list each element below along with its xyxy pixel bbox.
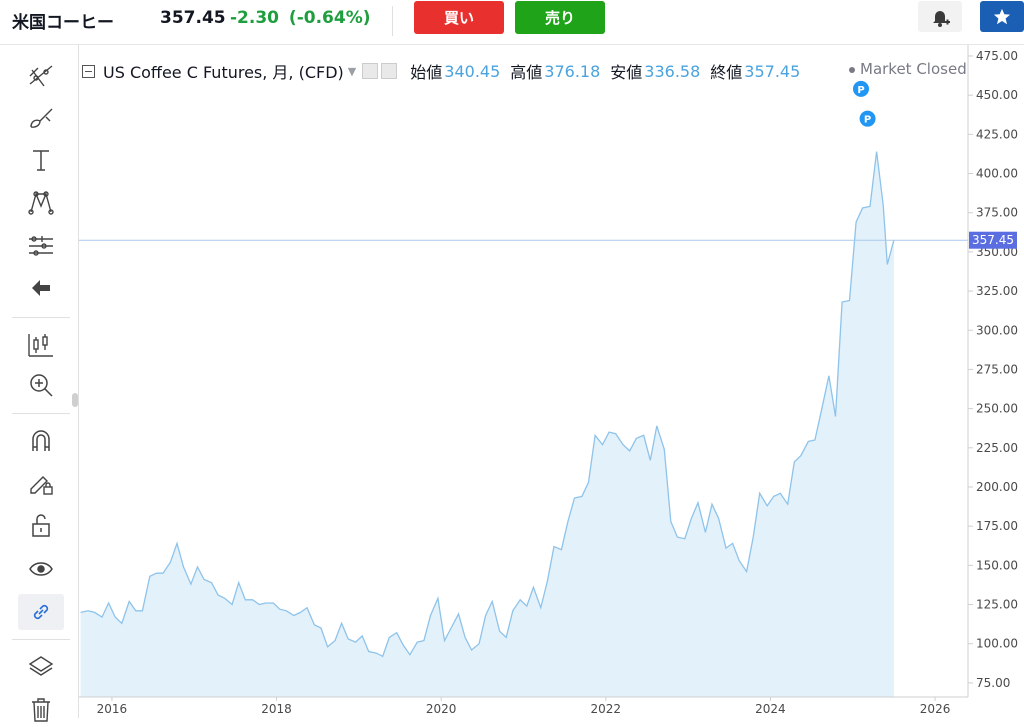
price-tick-label: 125.00 [976, 598, 1018, 612]
event-marker-label: P [857, 85, 864, 96]
open-value: 340.45 [444, 61, 501, 81]
high-label: 高値 [510, 63, 543, 82]
price-change-pct: (-0.64%) [288, 8, 371, 28]
price-tick-label: 300.00 [976, 323, 1018, 337]
crosshair-lines-icon [29, 65, 53, 87]
header-divider [392, 6, 393, 36]
toolbar-divider [12, 639, 70, 640]
price-change-abs: -2.30 [230, 8, 279, 28]
tool-unlock[interactable] [18, 507, 64, 543]
price-tick-label: 175.00 [976, 519, 1018, 533]
measure-icon [29, 236, 53, 256]
unlock-icon [32, 514, 50, 537]
magnet-icon [32, 430, 50, 451]
price-tick-label: 250.00 [976, 402, 1018, 416]
tool-magnet[interactable] [18, 423, 64, 459]
price-axis[interactable]: 75.00 100.00 125.00 150.00 175.00 200.00 225.0… [968, 49, 1018, 690]
price-tick-label: 100.00 [976, 637, 1018, 651]
tool-brush[interactable] [18, 100, 64, 136]
trash-icon [32, 698, 50, 722]
tool-back[interactable] [18, 270, 64, 306]
price-area-fill [80, 151, 894, 698]
buy-button[interactable]: 買い [414, 1, 504, 34]
time-tick-label: 2016 [97, 702, 128, 716]
price-chart[interactable]: PP 75.00100.00125.00150.00175.00200.0022… [79, 45, 1024, 718]
high-value: 376.18 [544, 61, 601, 81]
price-change: -2.30 (-0.64%) [230, 8, 371, 28]
tool-layers[interactable] [18, 649, 64, 685]
time-tick-label: 2024 [755, 702, 786, 716]
instrument-name: 米国コーヒー [12, 13, 114, 33]
price-tick-label: 75.00 [976, 676, 1010, 690]
tool-chart-type[interactable] [18, 327, 64, 363]
toolbar-divider [12, 413, 70, 414]
star-icon [993, 8, 1011, 24]
tool-zoom[interactable] [18, 367, 64, 403]
tool-visibility[interactable] [18, 551, 64, 587]
close-value: 357.45 [744, 61, 801, 81]
tool-measure[interactable] [18, 228, 64, 264]
time-axis[interactable]: 2016 2018 2020 2022 2024 2026 [97, 697, 951, 716]
top-bar: 米国コーヒー 357.45 -2.30 (-0.64%) 買い 売り [0, 0, 1024, 45]
open-label: 始値 [410, 63, 443, 82]
close-label: 終値 [710, 63, 743, 82]
tool-crosshair[interactable] [18, 57, 64, 93]
layers-icon [28, 656, 54, 676]
status-dot-icon [849, 66, 855, 73]
pencil-lock-icon [30, 476, 53, 495]
event-marker[interactable]: P [859, 110, 876, 127]
price-tick-label: 200.00 [976, 480, 1018, 494]
price-tick-label: 150.00 [976, 558, 1018, 572]
tool-pattern[interactable] [18, 185, 64, 221]
time-tick-label: 2022 [591, 702, 622, 716]
price-tick-label: 325.00 [976, 284, 1018, 298]
toolbar-collapse-handle[interactable] [72, 393, 78, 407]
event-marker-label: P [864, 115, 871, 126]
time-tick-label: 2018 [261, 702, 292, 716]
symbol-title[interactable]: US Coffee C Futures, 月, (CFD) [103, 59, 344, 83]
low-value: 336.58 [644, 61, 701, 81]
toolbar-divider [12, 317, 70, 318]
time-tick-label: 2020 [426, 702, 457, 716]
tool-text[interactable] [18, 142, 64, 178]
chevron-down-icon[interactable]: ▼ [348, 65, 356, 78]
favorite-button[interactable] [980, 1, 1024, 32]
market-status-text: Market Closed [860, 60, 967, 78]
text-icon [33, 150, 49, 171]
price-tick-label: 400.00 [976, 167, 1018, 181]
last-price-tag: 357.45 [969, 231, 1017, 249]
pattern-icon [28, 191, 54, 215]
add-alert-button[interactable] [918, 1, 962, 32]
price-tick-label: 450.00 [976, 88, 1018, 102]
low-label: 安値 [610, 63, 643, 82]
current-price: 357.45 [160, 8, 226, 28]
price-tick-label: 475.00 [976, 49, 1018, 63]
brush-icon [30, 108, 53, 128]
zoom-in-icon [30, 374, 53, 397]
last-price-label: 357.45 [972, 233, 1014, 247]
bell-plus-icon [933, 10, 950, 27]
candles-icon [28, 334, 53, 357]
event-marker[interactable]: P [852, 80, 869, 97]
price-tick-label: 225.00 [976, 441, 1018, 455]
sell-button[interactable]: 売り [515, 1, 605, 34]
drawing-toolbar [0, 45, 79, 722]
price-tick-label: 275.00 [976, 362, 1018, 376]
link-icon [33, 604, 49, 620]
price-tick-label: 425.00 [976, 127, 1018, 141]
gear-icon[interactable] [381, 63, 398, 79]
tool-link[interactable] [18, 594, 64, 630]
eye-icon [29, 562, 53, 576]
back-arrow-icon [32, 280, 50, 296]
price-tick-label: 375.00 [976, 206, 1018, 220]
tool-delete[interactable] [18, 691, 64, 727]
market-status: Market Closed [849, 60, 967, 78]
settings-icon[interactable] [362, 63, 379, 79]
chart-legend: US Coffee C Futures, 月, (CFD) ▼ 始値 340.45… [82, 60, 800, 82]
event-markers: PP [852, 80, 876, 127]
time-tick-label: 2026 [920, 702, 951, 716]
tool-lock-drawings[interactable] [18, 465, 64, 501]
legend-collapse-icon[interactable] [82, 64, 95, 78]
